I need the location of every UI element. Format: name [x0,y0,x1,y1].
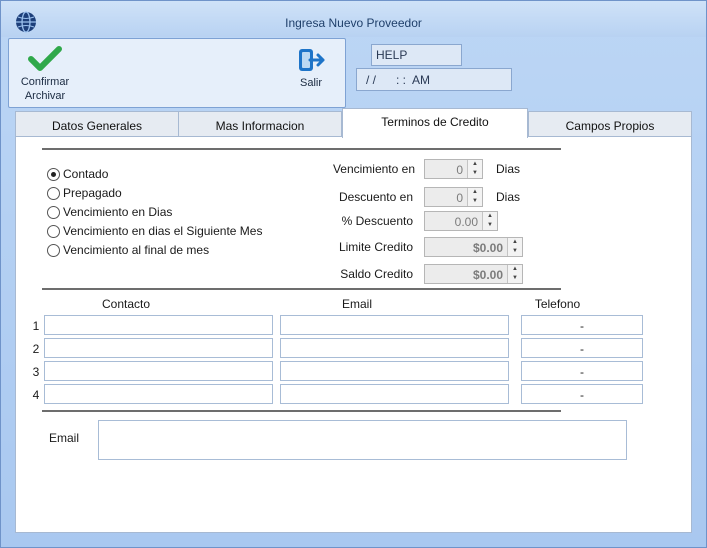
help-field[interactable]: HELP [371,44,462,66]
spin-down-icon[interactable]: ▼ [483,221,497,230]
spin-arrows[interactable]: ▲ ▼ [482,212,497,230]
exit-button[interactable]: Salir [289,47,333,89]
saldo-credito-stepper[interactable]: $0.00 ▲ ▼ [424,264,523,284]
spin-arrows[interactable]: ▲ ▼ [507,238,522,256]
spin-up-icon[interactable]: ▲ [468,160,482,169]
limite-credito-stepper[interactable]: $0.00 ▲ ▼ [424,237,523,257]
email-field[interactable] [280,315,509,335]
radio-button[interactable] [47,206,60,219]
tab-terminos-de-credito[interactable]: Terminos de Credito [342,108,528,138]
spin-up-icon[interactable]: ▲ [508,265,522,274]
spin-arrows[interactable]: ▲ ▼ [467,160,482,178]
radio-label: Prepagado [63,186,122,200]
tab-datos-generales[interactable]: Datos Generales [15,111,179,137]
checkmark-icon [28,46,62,71]
phone-column-header: Telefono [534,297,581,311]
descuento-en-stepper[interactable]: 0 ▲ ▼ [424,187,483,207]
porcentaje-descuento-label: % Descuento [341,214,413,228]
spin-down-icon[interactable]: ▼ [508,247,522,256]
email-column-header: Email [341,297,372,311]
saldo-credito-label: Saldo Credito [340,267,413,281]
vencimiento-label: Vencimiento en [332,162,415,176]
spin-down-icon[interactable]: ▼ [468,197,482,206]
stepper-value: $0.00 [472,241,503,255]
divider [42,410,561,412]
stepper-value: $0.00 [472,268,503,282]
tab-label: Terminos de Credito [381,115,489,129]
email-field[interactable] [280,384,509,404]
tab-campos-propios[interactable]: Campos Propios [528,111,692,137]
contact-column-header: Contacto [101,297,151,311]
window-title: Ingresa Nuevo Proveedor [285,16,422,30]
spin-up-icon[interactable]: ▲ [508,238,522,247]
row-number: 4 [32,388,40,402]
contact-field[interactable] [44,361,273,381]
contact-field[interactable] [44,384,273,404]
spin-up-icon[interactable]: ▲ [483,212,497,221]
phone-field[interactable]: - [521,315,643,335]
phone-field[interactable]: - [521,361,643,381]
email-label: Email [49,431,80,445]
email-field[interactable] [280,338,509,358]
phone-field[interactable]: - [521,384,643,404]
spin-up-icon[interactable]: ▲ [468,188,482,197]
row-number: 3 [32,365,40,379]
porcentaje-descuento-stepper[interactable]: 0.00 ▲ ▼ [424,211,498,231]
radio-label: Vencimiento en Dias [63,205,173,219]
radio-button[interactable] [47,225,60,238]
datetime-field: / / : : AM [356,68,512,91]
spin-down-icon[interactable]: ▼ [468,169,482,178]
supplier-window: Ingresa Nuevo Proveedor Confirmar Archiv… [0,0,707,548]
title-bar: Ingresa Nuevo Proveedor [1,1,706,37]
phone-field[interactable]: - [521,338,643,358]
radio-button[interactable] [47,187,60,200]
stepper-value: 0 [456,163,463,177]
stepper-value: 0.00 [454,215,478,229]
toolbar: Confirmar Archivar Salir [8,38,346,108]
spin-down-icon[interactable]: ▼ [508,274,522,283]
radio-label: Contado [63,167,109,181]
vencimiento-unit: Dias [496,162,521,176]
contact-field[interactable] [44,338,273,358]
radio-button[interactable] [47,168,60,181]
descuento-en-unit: Dias [496,190,521,204]
limite-credito-label: Limite Credito [338,240,413,254]
divider [42,288,561,290]
radio-label: Vencimiento al final de mes [63,243,210,257]
confirm-save-label: Confirmar Archivar [20,76,70,102]
tab-label: Datos Generales [51,119,143,133]
tab-label: Campos Propios [565,119,655,133]
spin-arrows[interactable]: ▲ ▼ [467,188,482,206]
spin-arrows[interactable]: ▲ ▼ [507,265,522,283]
email-textarea[interactable] [98,420,627,460]
tab-bar: Datos Generales Mas Informacion Terminos… [15,108,692,138]
descuento-en-label: Descuento en [338,190,413,204]
contact-field[interactable] [44,315,273,335]
row-number: 1 [32,319,40,333]
confirm-save-button[interactable]: Confirmar Archivar [13,45,77,103]
exit-label: Salir [299,77,322,89]
stepper-value: 0 [456,191,463,205]
tab-label: Mas Informacion [215,119,305,133]
tab-mas-informacion[interactable]: Mas Informacion [178,111,342,137]
row-number: 2 [32,342,40,356]
vencimiento-stepper[interactable]: 0 ▲ ▼ [424,159,483,179]
radio-label: Vencimiento en dias el Siguiente Mes [63,224,263,238]
radio-button[interactable] [47,244,60,257]
exit-door-icon [299,49,325,71]
divider [42,148,561,150]
email-field[interactable] [280,361,509,381]
